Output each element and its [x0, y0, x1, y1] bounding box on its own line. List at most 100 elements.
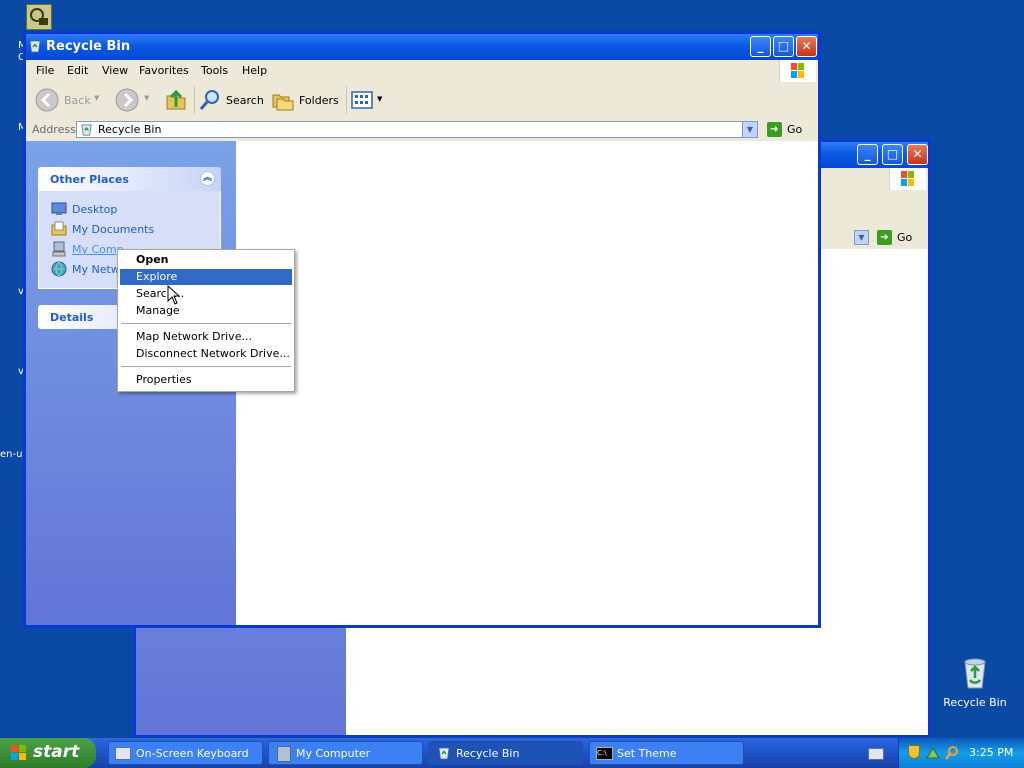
menu-file[interactable]: File	[36, 64, 54, 77]
up-folder-button[interactable]	[164, 88, 188, 112]
taskbar-button-set-theme[interactable]: C:\ Set Theme	[589, 741, 744, 765]
clock[interactable]: 3:25 PM	[969, 746, 1013, 759]
taskbar-label: On-Screen Keyboard	[136, 747, 249, 760]
context-menu-explore[interactable]: Explore	[120, 269, 292, 285]
menu-bar: File Edit View Favorites Tools Help	[26, 60, 818, 83]
minimize-button[interactable]: _	[750, 36, 771, 57]
views-icon	[351, 91, 373, 109]
windows-logo-icon	[779, 60, 816, 82]
address-input[interactable]: Recycle Bin ▼	[76, 121, 758, 138]
menu-favorites[interactable]: Favorites	[139, 64, 189, 77]
start-label: start	[33, 742, 80, 762]
taskbar: start On-Screen Keyboard My Computer Rec…	[0, 738, 1024, 768]
taskbar-button-on-screen-keyboard[interactable]: On-Screen Keyboard	[108, 741, 263, 765]
folders-icon	[272, 94, 294, 111]
context-menu-open[interactable]: Open	[120, 252, 292, 268]
recycle-bin-icon	[29, 40, 41, 53]
chevron-down-icon[interactable]: ▼	[144, 94, 149, 102]
go-label: Go	[787, 123, 803, 136]
search-icon	[199, 90, 219, 110]
back-label: Back	[64, 94, 91, 107]
context-menu-disconnect-network-drive[interactable]: Disconnect Network Drive...	[120, 346, 292, 362]
language-bar-keyboard-icon[interactable]	[868, 748, 884, 760]
address-bar: Address Recycle Bin ▼ ➔ Go	[26, 119, 818, 142]
menu-help[interactable]: Help	[242, 64, 267, 77]
forward-button[interactable]: ▼	[115, 88, 151, 112]
chevron-down-icon[interactable]: ▼	[94, 94, 99, 102]
taskbar-label: Recycle Bin	[456, 747, 520, 760]
my-documents-icon	[51, 221, 67, 236]
search-icon[interactable]	[944, 745, 960, 761]
recycle-bin-icon	[81, 124, 92, 136]
close-button[interactable]: ✕	[796, 36, 817, 57]
menu-separator	[121, 323, 291, 324]
toolbar: Back ▼ ▼ Search Folders ▼	[26, 82, 818, 120]
taskbar-button-recycle-bin[interactable]: Recycle Bin	[428, 741, 583, 765]
context-menu-manage[interactable]: Manage	[120, 303, 292, 319]
window-title: Recycle Bin	[46, 39, 131, 54]
desktop-recycle-bin[interactable]: Recycle Bin	[940, 656, 1010, 709]
console-icon: C:\	[596, 747, 613, 760]
go-arrow-icon: ➔	[877, 230, 892, 245]
details-title: Details	[50, 311, 94, 324]
context-menu: Open Explore Search... Manage Map Networ…	[117, 249, 295, 392]
keyboard-icon	[115, 747, 131, 760]
recycle-bin-icon	[964, 658, 986, 689]
taskbar-label: Set Theme	[617, 747, 677, 760]
windows-logo-icon	[889, 168, 926, 190]
security-shield-icon[interactable]	[908, 745, 920, 759]
maximize-button[interactable]: □	[773, 36, 794, 57]
menu-edit[interactable]: Edit	[67, 64, 88, 77]
context-menu-properties[interactable]: Properties	[120, 372, 292, 388]
chevron-down-icon[interactable]: ▼	[377, 95, 382, 103]
place-link-my-network-places[interactable]: My Netw	[72, 263, 120, 276]
toolbar-separator	[346, 86, 347, 114]
views-button[interactable]: ▼	[350, 88, 386, 112]
other-places-header[interactable]: Other Places ︽	[38, 167, 221, 191]
context-menu-map-network-drive[interactable]: Map Network Drive...	[120, 329, 292, 345]
toolbar-separator	[194, 86, 195, 114]
forward-arrow-icon	[115, 88, 139, 112]
search-label: Search	[226, 94, 264, 107]
my-computer-icon	[277, 746, 291, 762]
folder-up-icon	[166, 89, 186, 110]
desktop-recycle-bin-label: Recycle Bin	[943, 696, 1007, 709]
my-computer-icon	[52, 241, 66, 257]
minimize-button[interactable]: _	[857, 144, 878, 165]
place-link-my-documents[interactable]: My Documents	[72, 223, 154, 236]
content-area[interactable]	[236, 141, 818, 625]
close-button[interactable]: ✕	[907, 144, 928, 165]
menu-view[interactable]: View	[102, 64, 128, 77]
address-dropdown-button[interactable]: ▼	[854, 230, 869, 245]
go-label: Go	[897, 231, 913, 244]
desktop-label-fragment: en-u	[0, 449, 23, 460]
network-icon[interactable]	[925, 745, 941, 761]
title-bar[interactable]: Recycle Bin _ □ ✕	[26, 34, 818, 60]
context-menu-search[interactable]: Search...	[120, 286, 292, 302]
place-link-desktop[interactable]: Desktop	[72, 203, 117, 216]
system-tray: 3:25 PM	[898, 738, 1024, 768]
desktop-shortcut-icon[interactable]	[26, 4, 52, 30]
place-link-my-computer[interactable]: My Comp	[72, 243, 124, 256]
go-arrow-icon: ➔	[767, 122, 782, 137]
taskbar-button-my-computer[interactable]: My Computer	[268, 741, 423, 765]
address-dropdown-button[interactable]: ▼	[742, 122, 757, 137]
taskbar-label: My Computer	[296, 747, 371, 760]
start-button[interactable]: start	[0, 738, 96, 768]
menu-tools[interactable]: Tools	[201, 64, 228, 77]
back-arrow-icon	[35, 88, 59, 112]
address-label: Address	[32, 123, 76, 136]
maximize-button[interactable]: □	[882, 144, 903, 165]
windows-logo-icon	[11, 745, 26, 760]
folders-label: Folders	[299, 94, 339, 107]
back-button[interactable]: Back ▼	[35, 88, 101, 112]
other-places-title: Other Places	[50, 173, 129, 186]
recycle-bin-icon	[438, 747, 450, 760]
my-network-places-icon	[51, 261, 67, 277]
go-button[interactable]: ➔ Go	[875, 229, 920, 247]
folders-button[interactable]: Folders	[271, 88, 341, 112]
collapse-chevron-icon[interactable]: ︽	[200, 171, 215, 186]
search-button[interactable]: Search	[198, 88, 264, 112]
address-value: Recycle Bin	[98, 123, 162, 136]
go-button[interactable]: ➔ Go	[765, 121, 810, 139]
